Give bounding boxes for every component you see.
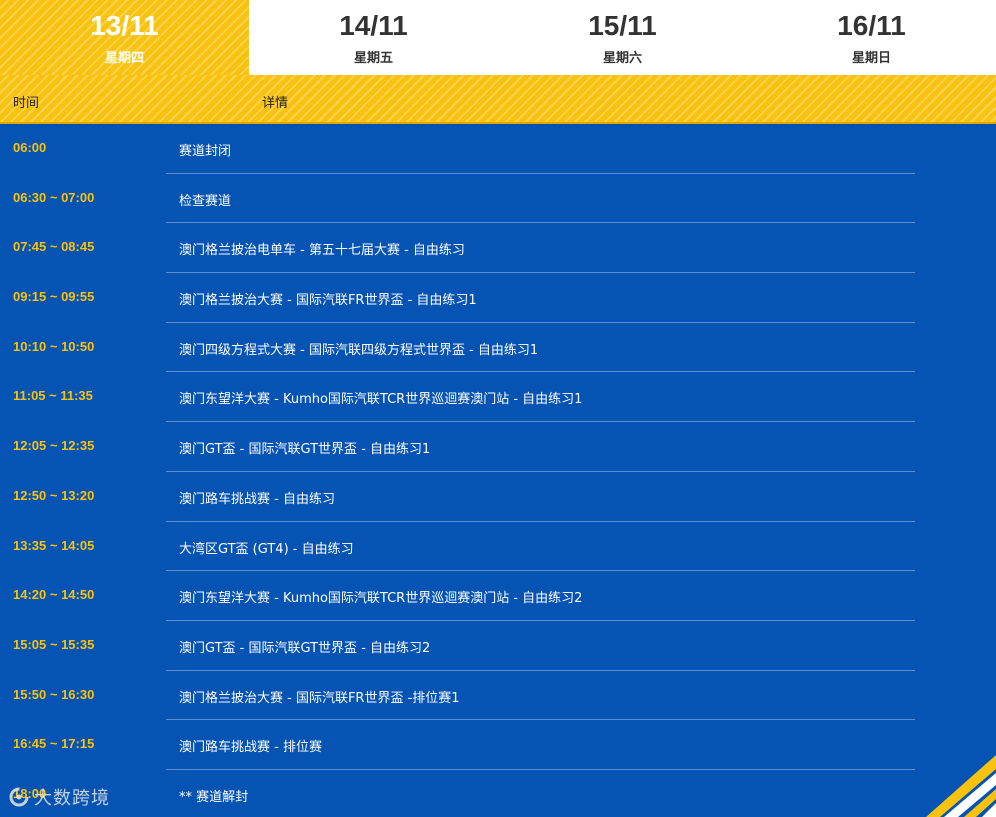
tab-weekday: 星期日 (851, 51, 891, 66)
schedule-row[interactable]: 16:45 ~ 17:15 澳门路车挑战赛 - 排位赛 (0, 720, 996, 770)
tab-date: 15/11 (588, 10, 657, 41)
row-time: 16:45 ~ 17:15 (13, 736, 95, 752)
watermark-text: 大数跨境 (34, 788, 110, 809)
tab-weekday: 星期六 (602, 51, 642, 66)
corner-stripes-decoration (926, 755, 996, 817)
row-time: 14:20 ~ 14:50 (13, 587, 95, 603)
schedule-row[interactable]: 09:15 ~ 09:55 澳门格兰披治大赛 - 国际汽联FR世界盃 - 自由练习… (0, 273, 996, 323)
row-detail: 澳门格兰披治电单车 - 第五十七届大赛 - 自由练习 (166, 223, 915, 274)
row-detail: 检查赛道 (166, 174, 915, 224)
row-detail: 澳门GT盃 - 国际汽联GT世界盃 - 自由练习2 (166, 621, 915, 671)
row-detail: 澳门格兰披治大赛 - 国际汽联FR世界盃 -排位赛1 (166, 671, 915, 721)
tab-15-11[interactable]: 15/11 星期六 (498, 0, 747, 75)
row-detail: 澳门东望洋大赛 - Kumho国际汽联TCR世界巡迴赛澳门站 - 自由练习2 (166, 571, 915, 621)
tab-14-11[interactable]: 14/11 星期五 (249, 0, 498, 75)
tab-date: 16/11 (837, 10, 906, 41)
row-time: 11:05 ~ 11:35 (13, 388, 93, 404)
schedule-page: 13/11 星期四 14/11 星期五 15/11 星期六 16/11 星期日 … (0, 0, 996, 817)
brand-logo-icon (9, 787, 29, 807)
schedule-row[interactable]: 15:50 ~ 16:30 澳门格兰披治大赛 - 国际汽联FR世界盃 -排位赛1 (0, 671, 996, 721)
row-time: 06:30 ~ 07:00 (13, 189, 95, 205)
row-detail: 赛道封闭 (166, 124, 915, 174)
tab-13-11[interactable]: 13/11 星期四 (0, 0, 249, 75)
schedule-row[interactable]: 18:00 ** 赛道解封 (0, 770, 996, 817)
row-detail: 澳门四级方程式大赛 - 国际汽联四级方程式世界盃 - 自由练习1 (166, 323, 915, 373)
schedule-row[interactable]: 10:10 ~ 10:50 澳门四级方程式大赛 - 国际汽联四级方程式世界盃 - … (0, 323, 996, 373)
row-detail: 澳门GT盃 - 国际汽联GT世界盃 - 自由练习1 (166, 422, 915, 472)
tab-date: 13/11 (90, 10, 159, 41)
row-detail: 澳门东望洋大赛 - Kumho国际汽联TCR世界巡迴赛澳门站 - 自由练习1 (166, 372, 915, 423)
schedule-row[interactable]: 12:05 ~ 12:35 澳门GT盃 - 国际汽联GT世界盃 - 自由练习1 (0, 422, 996, 472)
row-time: 07:45 ~ 08:45 (13, 239, 95, 255)
row-time: 10:10 ~ 10:50 (13, 338, 95, 354)
schedule-row[interactable]: 12:50 ~ 13:20 澳门路车挑战赛 - 自由练习 (0, 472, 996, 522)
schedule-row[interactable]: 11:05 ~ 11:35 澳门东望洋大赛 - Kumho国际汽联TCR世界巡迴赛… (0, 372, 996, 423)
day-tabs: 13/11 星期四 14/11 星期五 15/11 星期六 16/11 星期日 (0, 0, 996, 75)
row-detail: 大湾区GT盃 (GT4) - 自由练习 (166, 522, 915, 572)
row-detail: 澳门路车挑战赛 - 排位赛 (166, 720, 915, 770)
row-time: 12:50 ~ 13:20 (13, 487, 95, 503)
schedule-row[interactable]: 14:20 ~ 14:50 澳门东望洋大赛 - Kumho国际汽联TCR世界巡迴赛… (0, 571, 996, 621)
row-detail: ** 赛道解封 (179, 789, 249, 805)
schedule-row[interactable]: 06:00 赛道封闭 (0, 124, 996, 174)
schedule-row[interactable]: 15:05 ~ 15:35 澳门GT盃 - 国际汽联GT世界盃 - 自由练习2 (0, 621, 996, 671)
schedule-row[interactable]: 06:30 ~ 07:00 检查赛道 (0, 174, 996, 224)
row-time: 12:05 ~ 12:35 (13, 438, 95, 454)
row-time: 13:35 ~ 14:05 (13, 537, 95, 553)
schedule-list: 06:00 赛道封闭 06:30 ~ 07:00 检查赛道 07:45 ~ 08:4… (0, 124, 996, 817)
row-detail: 澳门格兰披治大赛 - 国际汽联FR世界盃 - 自由练习1 (166, 273, 915, 323)
tab-16-11[interactable]: 16/11 星期日 (747, 0, 996, 75)
tab-date: 14/11 (339, 10, 408, 41)
row-time: 15:50 ~ 16:30 (13, 686, 95, 702)
column-header-detail: 详情 (262, 96, 289, 111)
tab-weekday: 星期四 (104, 51, 144, 66)
row-time: 06:00 (13, 140, 47, 155)
watermark: 大数跨境 (8, 784, 110, 810)
row-time: 09:15 ~ 09:55 (13, 289, 95, 305)
row-time: 15:05 ~ 15:35 (13, 636, 95, 652)
row-detail: 澳门路车挑战赛 - 自由练习 (166, 472, 915, 522)
schedule-row[interactable]: 07:45 ~ 08:45 澳门格兰披治电单车 - 第五十七届大赛 - 自由练习 (0, 223, 996, 274)
column-header: 时间 详情 (0, 75, 996, 124)
schedule-row[interactable]: 13:35 ~ 14:05 大湾区GT盃 (GT4) - 自由练习 (0, 522, 996, 572)
tab-weekday: 星期五 (353, 51, 393, 66)
column-header-time: 时间 (13, 96, 40, 111)
